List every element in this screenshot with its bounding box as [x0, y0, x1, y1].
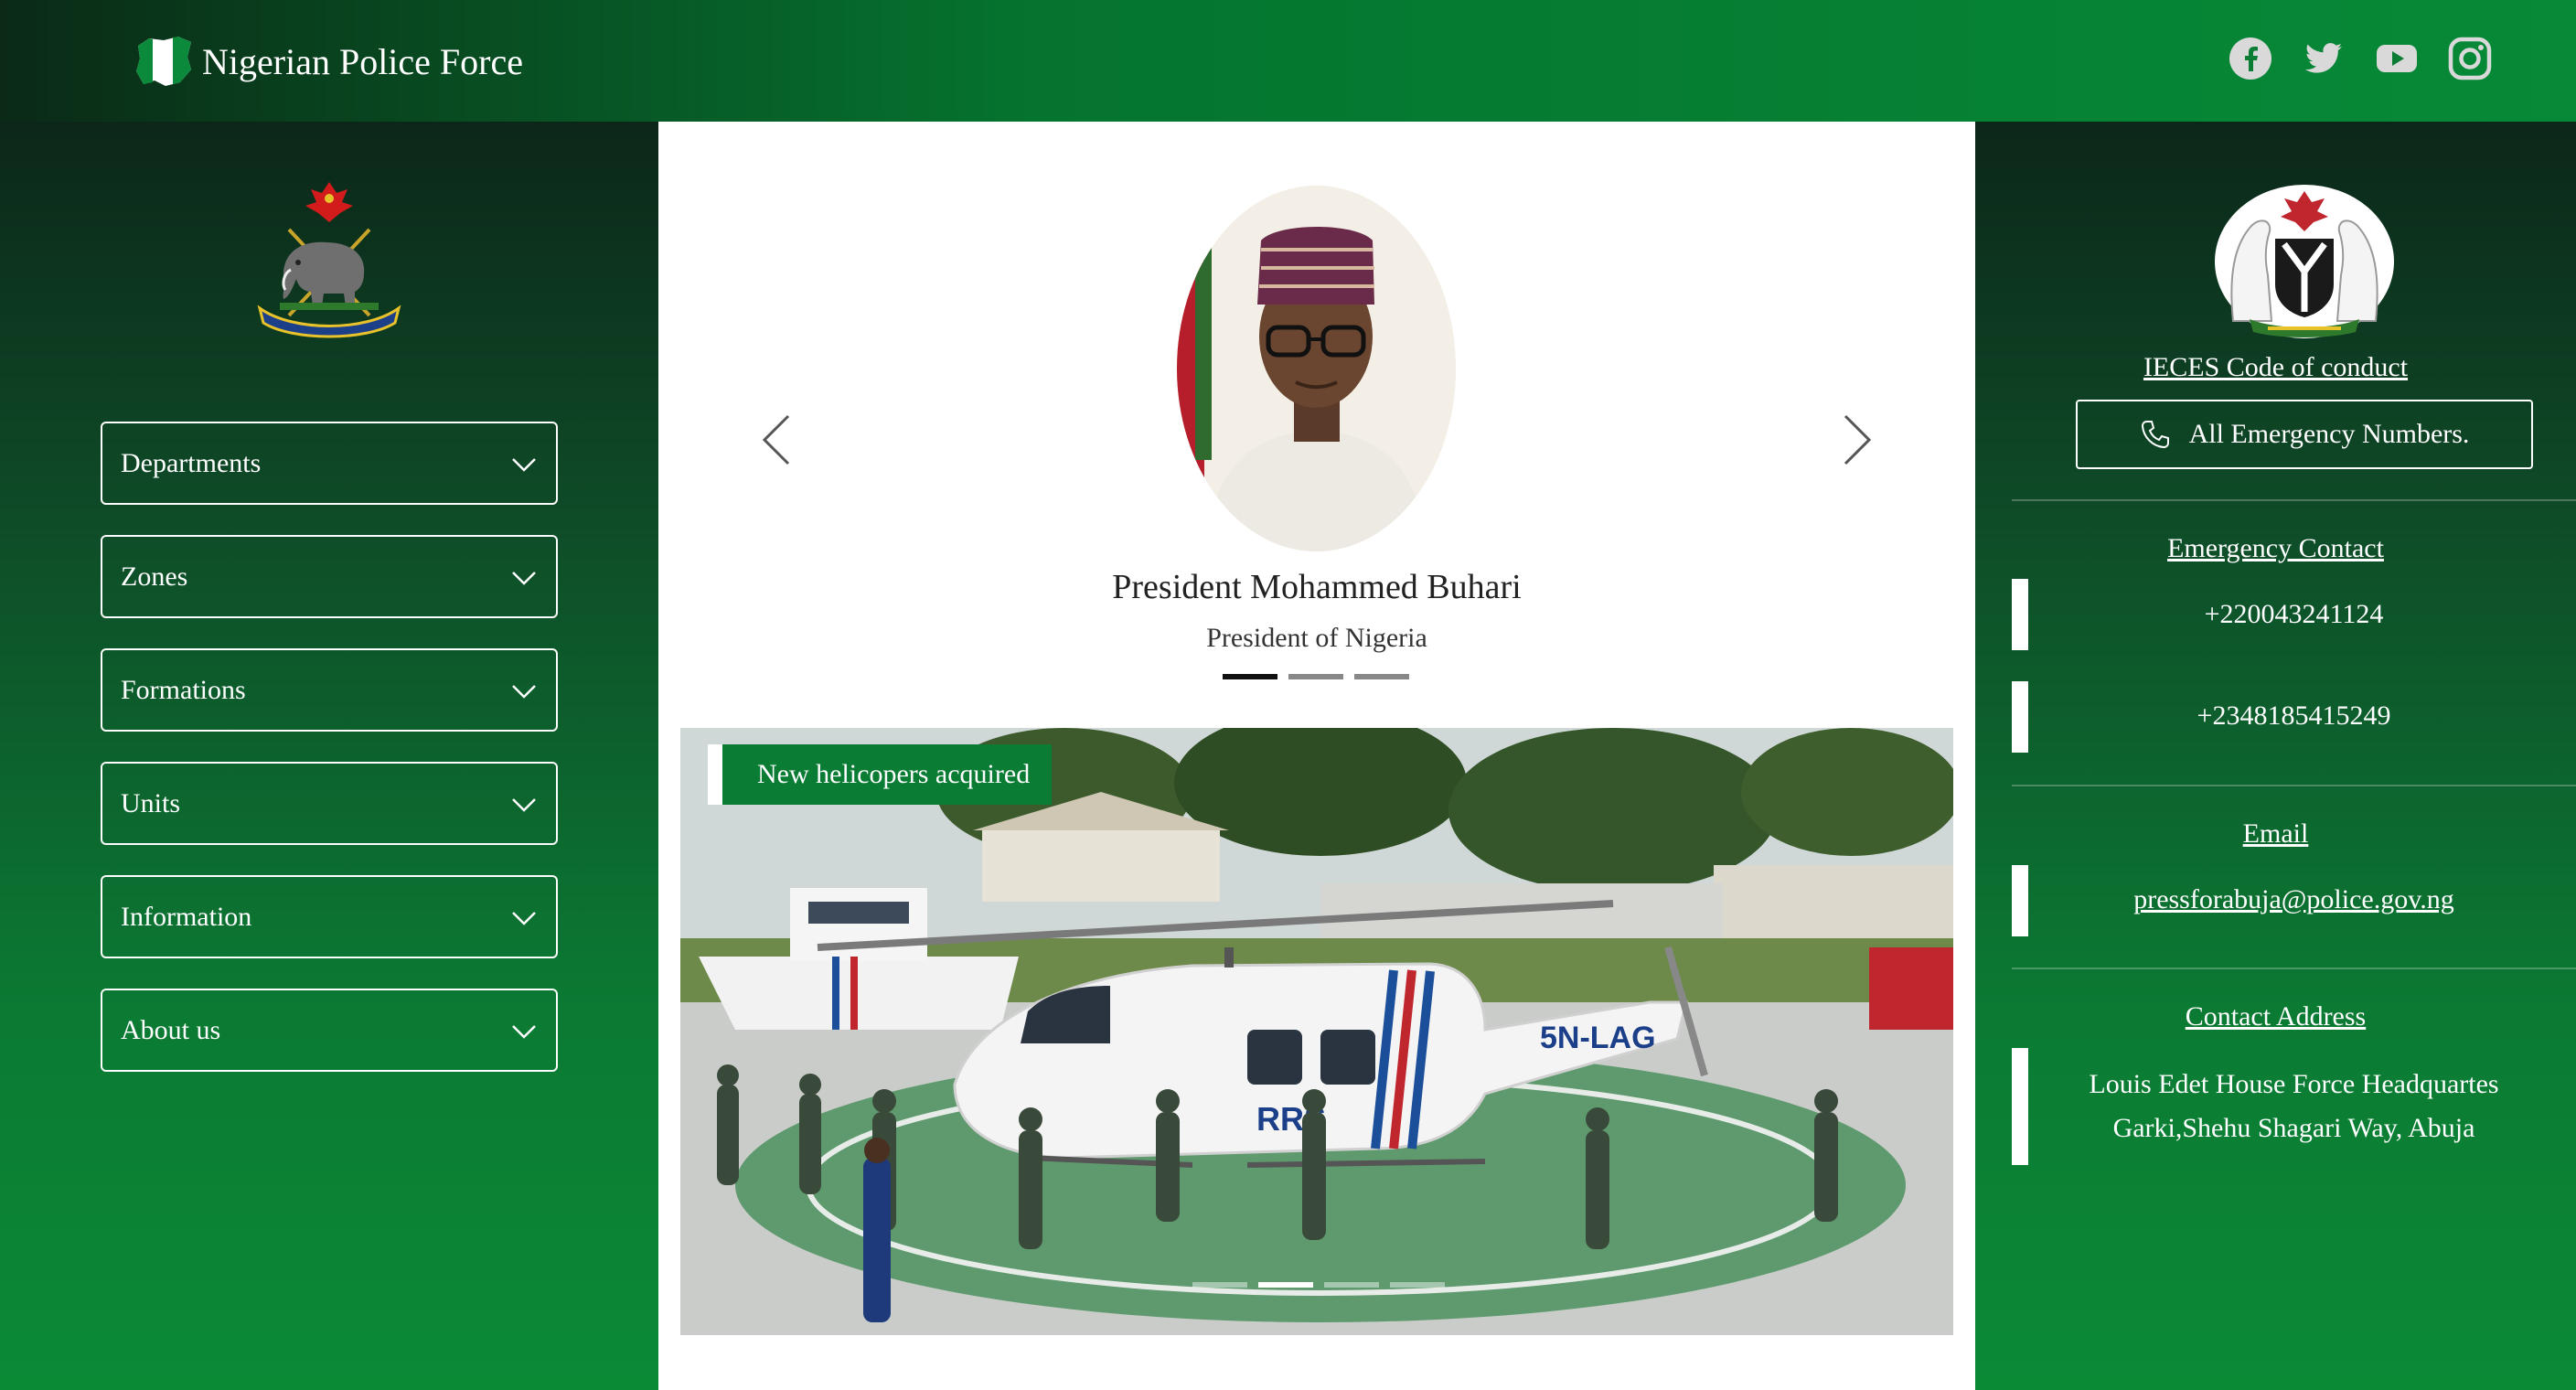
helicopter-photo: 5N-LAG RRS: [680, 728, 1953, 1335]
chevron-down-icon: [512, 571, 536, 585]
right-sidebar: IECES Code of conduct All Emergency Numb…: [1975, 122, 2576, 1390]
sidebar-item-about-us[interactable]: About us: [101, 989, 558, 1072]
facebook-icon[interactable]: [2229, 37, 2272, 80]
address-line: Garki,Shehu Shagari Way, Abuja: [2112, 1113, 2475, 1143]
photo-carousel-dot[interactable]: [1258, 1282, 1313, 1288]
chevron-down-icon: [512, 797, 536, 812]
site-name: Nigerian Police Force: [202, 40, 523, 82]
contact-address-title: Contact Address: [2185, 1001, 2367, 1032]
brand[interactable]: Nigerian Police Force: [131, 33, 523, 90]
sidebar-item-zones[interactable]: Zones: [101, 535, 558, 618]
youtube-icon[interactable]: [2375, 37, 2419, 80]
emergency-contact-title: Emergency Contact: [2167, 533, 2384, 563]
sidebar-item-label: About us: [121, 1014, 221, 1045]
social-links: [2229, 37, 2492, 80]
divider: [2012, 968, 2576, 969]
instagram-icon[interactable]: [2448, 37, 2492, 80]
sidebar-item-label: Formations: [121, 674, 246, 705]
nigeria-map-flag-icon: [136, 37, 191, 86]
phone-number[interactable]: +2348185415249: [2012, 694, 2576, 738]
twitter-icon[interactable]: [2302, 37, 2346, 80]
left-sidebar: Departments Zones Formations Units Infor…: [0, 122, 658, 1390]
phone-row: +220043241124: [2012, 579, 2576, 650]
photo-carousel-dot[interactable]: [1324, 1282, 1379, 1288]
address-row: Louis Edet House Force Headquartes Garki…: [2012, 1048, 2576, 1165]
leader-role: President of Nigeria: [1206, 623, 1427, 653]
leader-portrait: [1177, 186, 1456, 551]
email-title: Email: [2242, 818, 2309, 849]
carousel-dot[interactable]: [1223, 674, 1277, 679]
news-caption: New helicopers acquired: [708, 744, 1053, 805]
carousel-dot[interactable]: [1288, 674, 1343, 679]
divider: [2012, 785, 2576, 786]
sidebar-item-label: Information: [121, 901, 252, 932]
email-link[interactable]: pressforabuja@police.gov.ng: [2012, 878, 2576, 922]
svg-text:5N-LAG: 5N-LAG: [1540, 1021, 1656, 1055]
sidebar-item-departments[interactable]: Departments: [101, 422, 558, 505]
phone-icon: [2141, 421, 2169, 449]
coat-of-arms-logo: [2215, 185, 2394, 338]
chevron-left-icon[interactable]: [759, 412, 796, 467]
phone-row: +2348185415249: [2012, 681, 2576, 753]
sidebar-item-label: Units: [121, 787, 181, 818]
leader-name: President Mohammed Buhari: [1112, 568, 1522, 606]
sidebar-item-label: Departments: [121, 447, 262, 478]
top-bar: Nigerian Police Force: [0, 0, 2576, 122]
main-content: President Mohammed Buhari President of N…: [658, 122, 1975, 1390]
photo-carousel-dot[interactable]: [1390, 1282, 1445, 1288]
news-photo[interactable]: 5N-LAG RRS New helicopers acquired: [680, 728, 1953, 1335]
email-row: pressforabuja@police.gov.ng: [2012, 865, 2576, 936]
nigeria-police-crest-logo: [257, 182, 401, 338]
all-emergency-numbers-button[interactable]: All Emergency Numbers.: [2076, 400, 2533, 469]
chevron-right-icon[interactable]: [1838, 412, 1875, 467]
phone-number[interactable]: +220043241124: [2012, 593, 2576, 636]
sidebar-item-units[interactable]: Units: [101, 762, 558, 845]
sidebar-item-label: Zones: [121, 561, 188, 592]
photo-carousel-indicators: [1192, 1282, 1445, 1288]
chevron-down-icon: [512, 684, 536, 699]
chevron-down-icon: [512, 457, 536, 472]
carousel-dot[interactable]: [1354, 674, 1409, 679]
carousel-indicators: [1223, 674, 1409, 679]
divider: [2012, 499, 2576, 501]
sidebar-item-information[interactable]: Information: [101, 875, 558, 958]
sidebar-item-formations[interactable]: Formations: [101, 648, 558, 732]
photo-carousel-dot[interactable]: [1192, 1282, 1247, 1288]
emergency-button-label: All Emergency Numbers.: [2188, 419, 2470, 449]
address-line: Louis Edet House Force Headquartes: [2089, 1069, 2499, 1099]
code-of-conduct-link[interactable]: IECES Code of conduct: [1975, 352, 2576, 383]
chevron-down-icon: [512, 1024, 536, 1039]
chevron-down-icon: [512, 911, 536, 925]
